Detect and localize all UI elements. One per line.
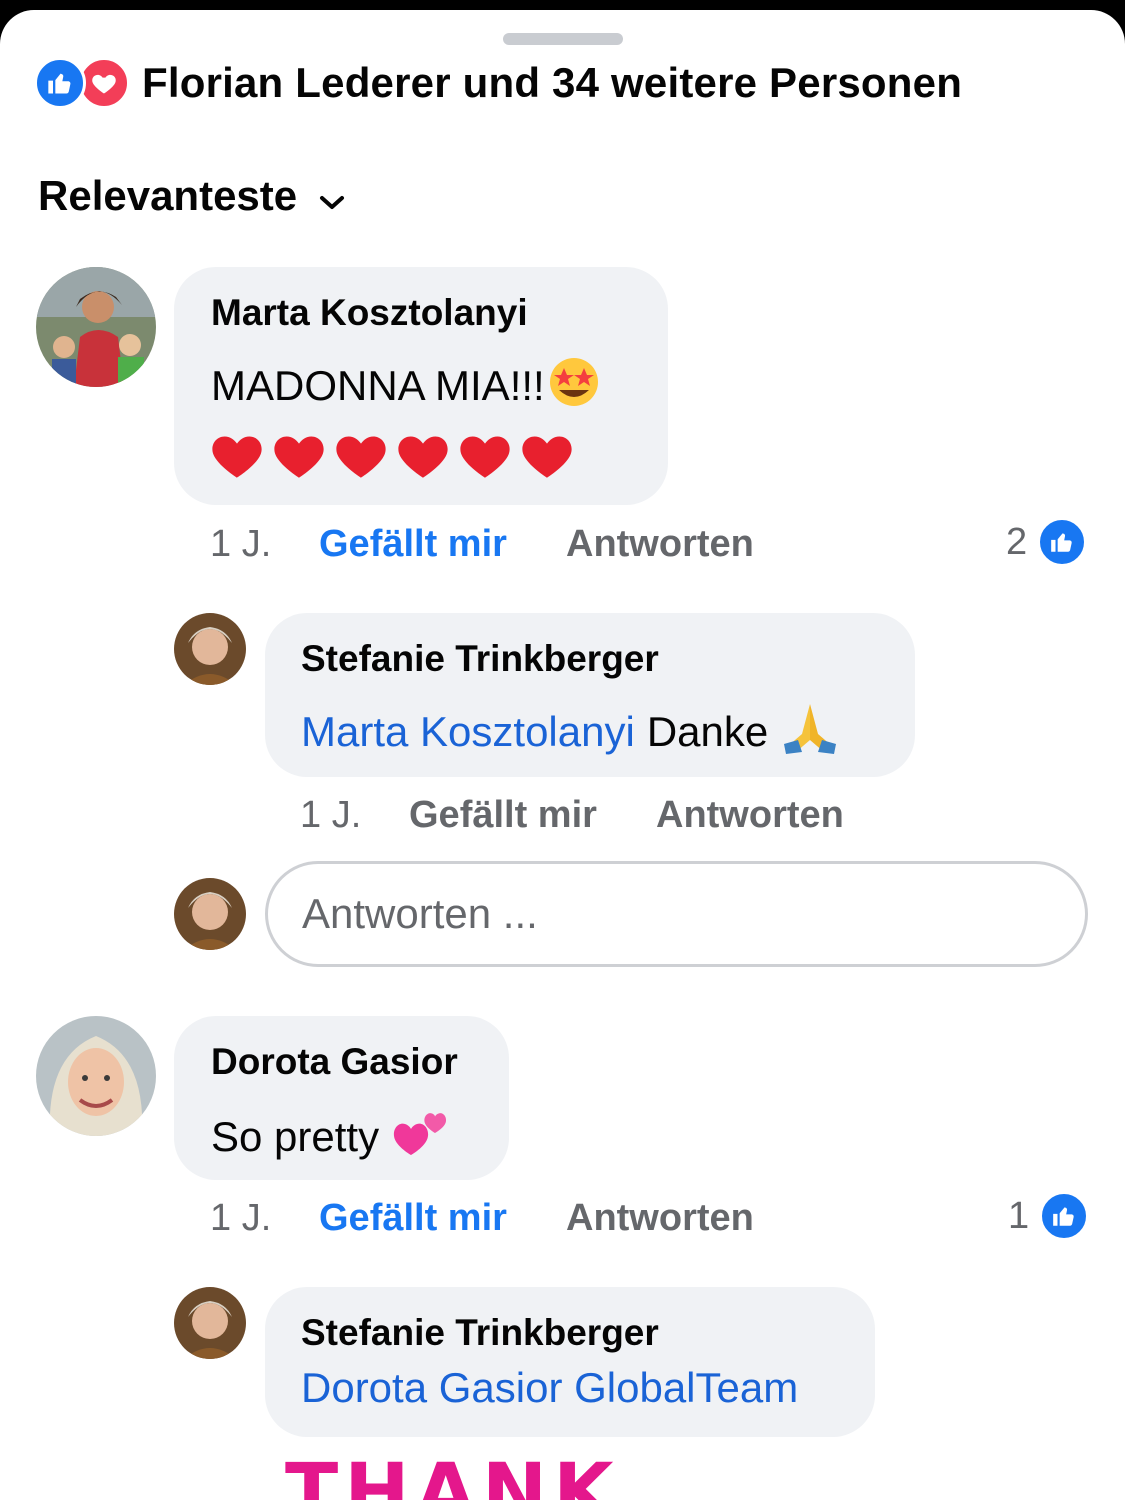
comment-time: 1 J. (210, 1197, 272, 1239)
avatar[interactable] (174, 613, 246, 685)
comment-time: 1 J. (300, 794, 362, 836)
reply-button[interactable]: Antworten (656, 794, 844, 837)
mention-link[interactable]: Dorota Gasior GlobalTeam (301, 1364, 798, 1412)
like-count[interactable]: 2 (1006, 517, 1088, 567)
avatar[interactable] (174, 878, 246, 950)
heart-emoji-row (211, 430, 573, 482)
chevron-down-icon (319, 174, 345, 222)
red-heart-icon (274, 436, 324, 478)
reply-input-container[interactable] (265, 861, 1088, 967)
avatar[interactable] (174, 1287, 246, 1359)
comment-text-content: Danke (646, 708, 769, 755)
reply-button[interactable]: Antworten (566, 1197, 754, 1240)
red-heart-icon (460, 436, 510, 478)
reply-button[interactable]: Antworten (566, 523, 754, 566)
avatar[interactable] (36, 267, 156, 387)
thank-you-image[interactable]: THANK (285, 1448, 620, 1500)
red-heart-icon (522, 436, 572, 478)
sort-label: Relevanteste (38, 172, 298, 219)
avatar[interactable] (36, 1016, 156, 1136)
two-hearts-emoji-icon (393, 1103, 451, 1171)
like-button[interactable]: Gefällt mir (319, 1197, 507, 1240)
comment-text: Marta Kosztolanyi Danke (301, 700, 840, 764)
like-icon (1039, 1191, 1090, 1241)
reply-input[interactable] (268, 864, 1085, 964)
comment-time: 1 J. (210, 523, 272, 565)
like-count[interactable]: 1 (1008, 1191, 1090, 1241)
mention-link[interactable]: Marta Kosztolanyi (301, 708, 635, 756)
comment-author[interactable]: Stefanie Trinkberger (301, 1312, 659, 1354)
like-button[interactable]: Gefällt mir (319, 523, 507, 566)
sheet-grabber[interactable] (503, 33, 623, 45)
comment-text: Dorota Gasior GlobalTeam (301, 1364, 798, 1412)
like-count-value: 1 (1008, 1194, 1030, 1237)
star-struck-emoji-icon (545, 354, 603, 418)
comment-bubble (265, 1287, 875, 1437)
sort-dropdown[interactable]: Relevanteste (38, 170, 345, 222)
comment-text: MADONNA MIA!!! (211, 354, 603, 418)
comment-text-content: MADONNA MIA!!! (211, 362, 545, 409)
like-icon (34, 57, 86, 109)
comments-sheet: Florian Lederer und 34 weitere Personen … (0, 10, 1125, 1500)
comment-text-content: So pretty (211, 1113, 380, 1160)
like-count-value: 2 (1006, 520, 1028, 563)
red-heart-icon (336, 436, 386, 478)
comment-text: So pretty (211, 1103, 451, 1171)
comment-author[interactable]: Marta Kosztolanyi (211, 292, 528, 334)
like-button[interactable]: Gefällt mir (409, 794, 597, 837)
red-heart-icon (212, 436, 262, 478)
comment-author[interactable]: Dorota Gasior (211, 1041, 458, 1083)
red-heart-icon (398, 436, 448, 478)
like-icon (1037, 517, 1088, 567)
reactions-summary[interactable]: Florian Lederer und 34 weitere Personen (34, 55, 962, 111)
folded-hands-emoji-icon (780, 700, 840, 764)
comment-author[interactable]: Stefanie Trinkberger (301, 638, 659, 680)
reactions-text: Florian Lederer und 34 weitere Personen (142, 59, 963, 106)
